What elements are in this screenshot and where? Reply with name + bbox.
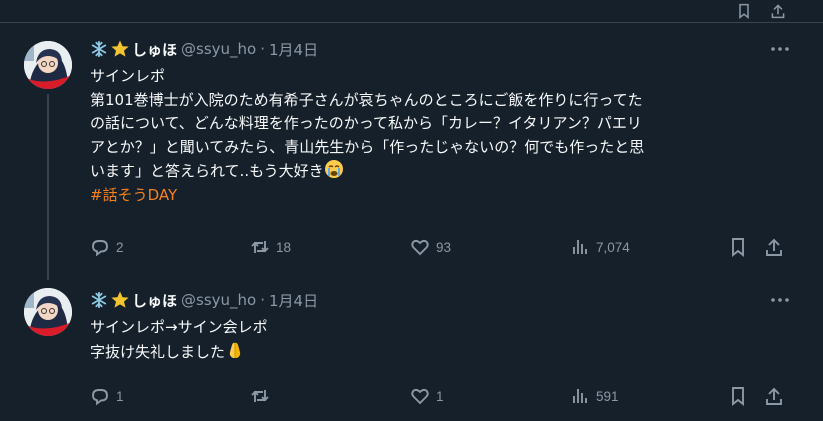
share-button[interactable] — [764, 235, 784, 259]
snowflake-icon — [91, 40, 107, 58]
hashtag[interactable]: #話そうDAY — [90, 184, 795, 208]
tweet-header: しゅほ @ssyu_ho · 1月4日 — [90, 290, 318, 310]
tweet-line-last: 字抜け失礼しました — [90, 340, 795, 365]
handle[interactable]: @ssyu_ho — [181, 291, 256, 309]
avatar-image — [24, 41, 72, 89]
reply-icon — [92, 240, 108, 257]
thread-line — [47, 94, 49, 280]
avatar[interactable] — [24, 41, 72, 89]
like-count: 1 — [436, 388, 444, 404]
views-button[interactable]: 591 — [570, 384, 619, 408]
star-icon — [111, 291, 129, 308]
tweet-line-text: います」と答えられて..もう大好き — [90, 162, 324, 180]
bookmark-icon — [732, 387, 744, 406]
timestamp[interactable]: 1月4日 — [269, 39, 318, 60]
tweet-header: しゅほ @ssyu_ho · 1月4日 — [90, 39, 318, 59]
retweet-count: 18 — [276, 239, 292, 255]
tweet-actions: 2 18 93 7,074 — [90, 235, 795, 259]
share-button[interactable] — [764, 384, 784, 408]
like-count: 93 — [436, 239, 452, 255]
tweet-line-last: います」と答えられて..もう大好き — [90, 159, 795, 184]
tweet-line: 第101巻博士が入院のため有希子さんが哀ちゃんのところにご飯を作りに行ってた — [90, 90, 643, 109]
crying-face-icon — [324, 160, 343, 178]
timestamp[interactable]: 1月4日 — [269, 290, 318, 311]
views-count: 591 — [596, 388, 619, 404]
bookmark-button[interactable] — [728, 384, 748, 408]
separator: · — [260, 291, 265, 309]
snowflake-icon — [91, 291, 107, 309]
retweet-button[interactable] — [250, 384, 276, 408]
tweet-actions: 1 1 591 — [90, 384, 795, 408]
reply-button[interactable]: 1 — [90, 384, 124, 408]
tweet-line: サインレポ — [90, 67, 166, 85]
previous-tweet-action-bar — [0, 0, 823, 23]
like-icon — [411, 388, 429, 405]
like-button[interactable]: 93 — [410, 235, 451, 259]
reply-count: 1 — [116, 388, 124, 404]
views-icon — [573, 389, 587, 403]
retweet-button[interactable]: 18 — [250, 235, 291, 259]
display-name-text: しゅほ — [132, 40, 178, 59]
tweet-line: サインレポ→サイン会レポ — [90, 318, 268, 336]
display-name[interactable]: しゅほ — [90, 39, 177, 60]
display-name-text: しゅほ — [132, 291, 178, 310]
tweet[interactable]: しゅほ @ssyu_ho · 1月4日 サインレポ→サイン会レポ 字抜け失礼しま… — [0, 280, 823, 421]
share-icon[interactable] — [770, 3, 786, 19]
like-button[interactable]: 1 — [410, 384, 444, 408]
folded-hands-icon — [229, 342, 241, 358]
bookmark-icon[interactable] — [736, 3, 752, 19]
more-icon — [771, 47, 789, 51]
tweet-line: の話について、どんな料理を作ったのかって私から「カレー？イタリアン？パエリ — [90, 114, 642, 132]
hashtag-link[interactable]: #話そうDAY — [90, 186, 177, 204]
bookmark-icon — [732, 238, 744, 257]
views-count: 7,074 — [596, 239, 630, 255]
more-icon — [771, 298, 789, 302]
reply-count: 2 — [116, 239, 124, 255]
star-icon — [111, 40, 129, 57]
avatar-image — [24, 288, 72, 336]
reply-icon — [92, 389, 108, 406]
views-button[interactable]: 7,074 — [570, 235, 630, 259]
share-icon — [766, 238, 782, 256]
handle[interactable]: @ssyu_ho — [181, 40, 256, 58]
display-name[interactable]: しゅほ — [90, 290, 177, 311]
like-icon — [411, 239, 429, 256]
tweet-text: サインレポ→サイン会レポ 字抜け失礼しました — [90, 316, 795, 364]
more-options-button[interactable] — [768, 290, 792, 310]
share-icon — [766, 387, 782, 405]
tweet[interactable]: しゅほ @ssyu_ho · 1月4日 サインレポ 第101巻博士が入院のため有… — [0, 22, 823, 280]
avatar[interactable] — [24, 288, 72, 336]
tweet-line: アとか？」と聞いてみたら、青山先生から「作ったじゃないの？何でも作ったと思 — [90, 137, 645, 156]
tweet-text: サインレポ 第101巻博士が入院のため有希子さんが哀ちゃんのところにご飯を作りに… — [90, 65, 795, 207]
bookmark-button[interactable] — [728, 235, 748, 259]
retweet-icon — [251, 241, 269, 253]
views-icon — [573, 240, 587, 254]
tweet-line-text: 字抜け失礼しました — [90, 342, 226, 361]
separator: · — [260, 40, 265, 58]
retweet-icon — [251, 390, 269, 402]
more-options-button[interactable] — [768, 39, 792, 59]
reply-button[interactable]: 2 — [90, 235, 124, 259]
